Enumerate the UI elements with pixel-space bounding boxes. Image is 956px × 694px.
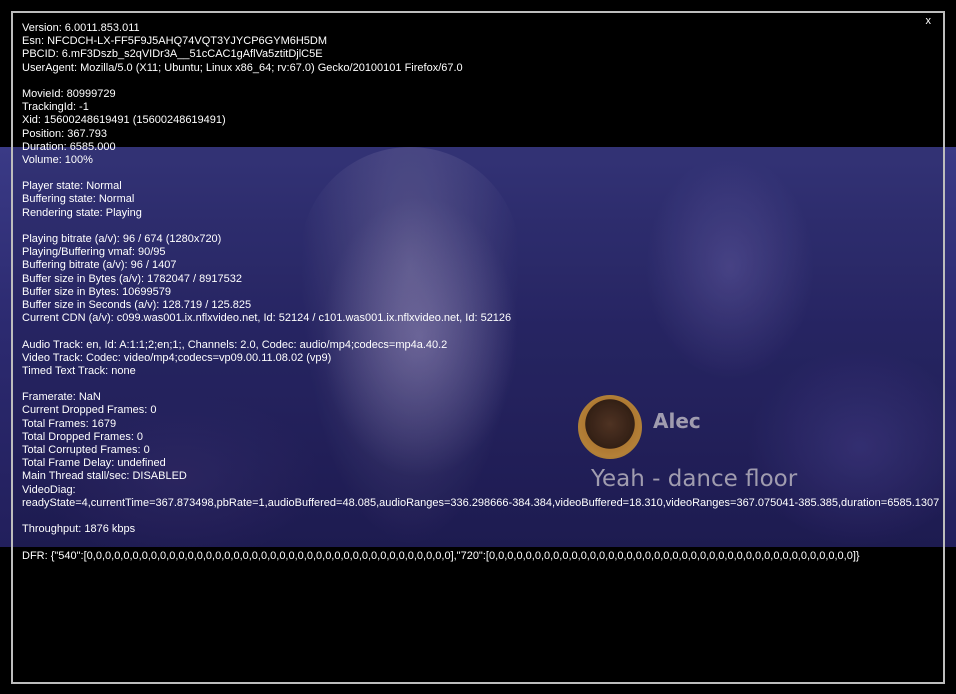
debug-info-line: VideoDiag: — [22, 483, 76, 496]
debug-info-line: Video Track: Codec: video/mp4;codecs=vp0… — [22, 351, 332, 364]
debug-info-line: Buffering state: Normal — [22, 193, 135, 206]
debug-info-line: Main Thread stall/sec: DISABLED — [22, 470, 187, 483]
debug-info-line: MovieId: 80999729 — [22, 87, 116, 100]
debug-info-line: Rendering state: Playing — [22, 206, 142, 219]
debug-info-spacer — [22, 220, 937, 233]
debug-info-line: Duration: 6585.000 — [22, 140, 116, 153]
debug-info-line: readyState=4,currentTime=367.873498,pbRa… — [22, 496, 940, 509]
debug-info-line: Framerate: NaN — [22, 391, 101, 404]
debug-info-line: Position: 367.793 — [22, 127, 108, 140]
debug-info-line: Current CDN (a/v): c099.was001.ix.nflxvi… — [22, 312, 512, 325]
debug-info-line: DFR: {"540":[0,0,0,0,0,0,0,0,0,0,0,0,0,0… — [22, 549, 860, 562]
debug-info-line: Volume: 100% — [22, 153, 93, 166]
debug-info-line: Buffering bitrate (a/v): 96 / 1407 — [22, 259, 177, 272]
debug-info-line: Buffer size in Seconds (a/v): 128.719 / … — [22, 298, 252, 311]
debug-info-spacer — [22, 510, 937, 523]
debug-info-spacer — [22, 75, 937, 88]
debug-info-spacer — [22, 378, 937, 391]
debug-info-line: Player state: Normal — [22, 180, 122, 193]
debug-info-line: Total Frame Delay: undefined — [22, 457, 166, 470]
debug-info-overlay: x Version: 6.0011.853.011 Esn: NFCDCH-LX-… — [11, 11, 945, 684]
debug-info-line: Playing bitrate (a/v): 96 / 674 (1280x72… — [22, 233, 222, 245]
debug-info-line: Buffer size in Bytes: 10699579 — [22, 285, 172, 298]
debug-info-line: Version: 6.0011.853.011 — [22, 22, 140, 34]
debug-info-text: Version: 6.0011.853.011 Esn: NFCDCH-LX-FF… — [22, 22, 940, 563]
debug-info-line: Esn: NFCDCH-LX-FF5F9J5AHQ74VQT3YJYCP6GYM… — [22, 35, 328, 48]
debug-info-line: Timed Text Track: none — [22, 364, 136, 377]
debug-info-line: Total Corrupted Frames: 0 — [22, 444, 150, 456]
debug-info-spacer — [22, 536, 937, 549]
debug-info-line: Buffer size in Bytes (a/v): 1782047 / 89… — [22, 272, 242, 285]
debug-info-line: Total Frames: 1679 — [22, 417, 117, 430]
debug-info-line: UserAgent: Mozilla/5.0 (X11; Ubuntu; Lin… — [22, 61, 463, 74]
debug-info-spacer — [22, 325, 937, 338]
debug-info-line: PBCID: 6.mF3Dszb_s2qVIDr3A__51cCAC1gAflV… — [22, 48, 323, 61]
debug-info-line: Playing/Buffering vmaf: 90/95 — [22, 246, 166, 259]
video-player[interactable]: Alec Yeah - dance floor x Version: 6.001… — [0, 0, 956, 694]
debug-info-line: Total Dropped Frames: 0 — [22, 430, 144, 443]
debug-info-line: Xid: 15600248619491 (15600248619491) — [22, 114, 226, 127]
debug-info-line: Current Dropped Frames: 0 — [22, 404, 157, 417]
debug-info-spacer — [22, 167, 937, 180]
debug-info-line: Audio Track: en, Id: A:1:1;2;en;1;, Chan… — [22, 338, 448, 351]
debug-info-line: TrackingId: -1 — [22, 101, 89, 114]
debug-info-line: Throughput: 1876 kbps — [22, 523, 136, 536]
